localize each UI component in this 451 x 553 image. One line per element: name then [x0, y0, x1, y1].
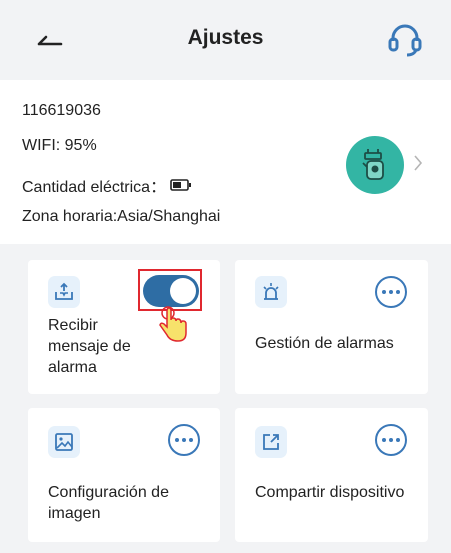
alarm-light-icon: [263, 283, 279, 300]
inbox-upload-icon: [55, 282, 73, 300]
header-bar: Ajustes: [0, 0, 451, 80]
toggle-knob: [170, 278, 196, 304]
image-config-icon-box: [48, 426, 80, 458]
timezone: Zona horaria:Asia/Shanghai: [22, 208, 221, 225]
device-info-panel: 116619036 WIFI: 95% Cantidad eléctrica： …: [0, 80, 451, 244]
alarm-management-more-button[interactable]: [375, 276, 407, 308]
battery-row: Cantidad eléctrica：: [22, 173, 192, 197]
image-config-more-button[interactable]: [168, 424, 200, 456]
share-device-more-button[interactable]: [375, 424, 407, 456]
alarm-management-label: Gestión de alarmas: [255, 335, 394, 352]
settings-grid: Recibir mensaje de alarma Gestión de ala…: [0, 244, 451, 553]
alarm-message-label: Recibir mensaje de alarma: [48, 317, 131, 376]
support-button[interactable]: [384, 20, 426, 60]
share-device-card[interactable]: Compartir dispositivo: [235, 408, 428, 542]
share-device-icon-box: [255, 426, 287, 458]
alarm-management-card[interactable]: Gestión de alarmas: [235, 260, 428, 394]
battery-label: Cantidad eléctrica：: [22, 179, 167, 196]
alarm-message-card: Recibir mensaje de alarma: [28, 260, 220, 394]
share-device-label: Compartir dispositivo: [255, 484, 405, 501]
wifi-status: WIFI: 95%: [22, 137, 97, 154]
alarm-message-toggle[interactable]: [143, 275, 199, 307]
image-icon: [55, 433, 73, 451]
camera-icon: [362, 149, 384, 180]
device-id: 116619036: [22, 102, 101, 119]
chevron-right-icon[interactable]: [412, 154, 424, 172]
share-icon: [263, 434, 279, 450]
image-config-label: Configuración de imagen: [48, 484, 169, 522]
alarm-management-icon-box: [255, 276, 287, 308]
battery-icon: [170, 179, 192, 191]
alarm-message-icon-box: [48, 276, 80, 308]
headset-icon: [388, 24, 422, 57]
image-config-card[interactable]: Configuración de imagen: [28, 408, 220, 542]
device-avatar[interactable]: [346, 136, 404, 194]
hand-pointer-icon: [159, 306, 187, 342]
